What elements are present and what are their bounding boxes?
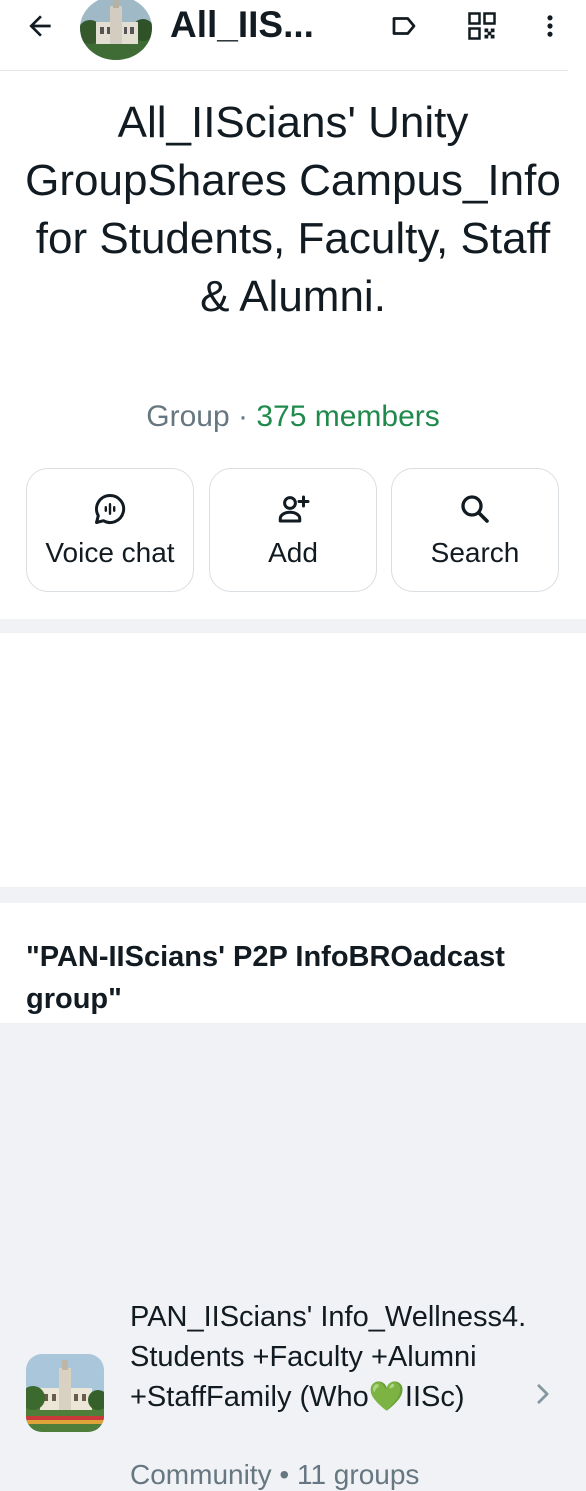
- community-row[interactable]: PAN_IIScians' Info_Wellness4. Students +…: [0, 633, 586, 1490]
- group-name[interactable]: All_IIScians' Unity GroupShares Campus_I…: [20, 94, 566, 326]
- label-icon: [392, 17, 416, 35]
- meta-separator: ·: [237, 400, 248, 433]
- add-person-icon: [278, 495, 310, 523]
- voice-chat-label: Voice chat: [45, 537, 175, 568]
- app-bar: All_IIS...: [0, 0, 586, 70]
- group-info-panel: All_IIS... All_IIScians' Unity GroupShar…: [0, 0, 586, 619]
- group-avatar[interactable]: [80, 0, 152, 60]
- more-vert-icon: [547, 15, 553, 37]
- add-label: Add: [268, 537, 318, 568]
- search-icon: [461, 495, 489, 523]
- back-button[interactable]: [18, 6, 62, 46]
- group-type: Group: [146, 400, 230, 433]
- chevron-right-icon: [537, 1384, 549, 1404]
- community-name: PAN_IIScians' Info_Wellness4. Students +…: [130, 1301, 527, 1413]
- app-bar-divider: [0, 70, 568, 71]
- description-panel: "PAN-IIScians' P2P InfoBROadcast group": [0, 903, 586, 1023]
- search-label: Search: [430, 537, 520, 568]
- qr-code-button[interactable]: [460, 6, 504, 46]
- group-meta: Group · 375 members: [0, 400, 586, 434]
- voice-chat-button[interactable]: Voice chat: [26, 468, 194, 592]
- search-button[interactable]: Search: [391, 468, 559, 592]
- group-description[interactable]: "PAN-IIScians' P2P InfoBROadcast group": [26, 936, 566, 1020]
- add-button[interactable]: Add: [209, 468, 377, 592]
- more-options-button[interactable]: [530, 6, 570, 46]
- arrow-left-icon: [29, 15, 51, 37]
- building-photo: [80, 0, 152, 60]
- campus-building-photo: [26, 1354, 104, 1432]
- members-count[interactable]: 375 members: [256, 400, 439, 433]
- qr-code-icon: [468, 12, 496, 40]
- app-bar-title[interactable]: All_IIS...: [170, 4, 314, 46]
- voice-chat-icon: [95, 493, 126, 524]
- community-chevron: [528, 1377, 558, 1411]
- community-image: [26, 1354, 104, 1432]
- label-button[interactable]: [384, 6, 424, 46]
- community-meta: Community • 11 groups: [130, 1459, 420, 1490]
